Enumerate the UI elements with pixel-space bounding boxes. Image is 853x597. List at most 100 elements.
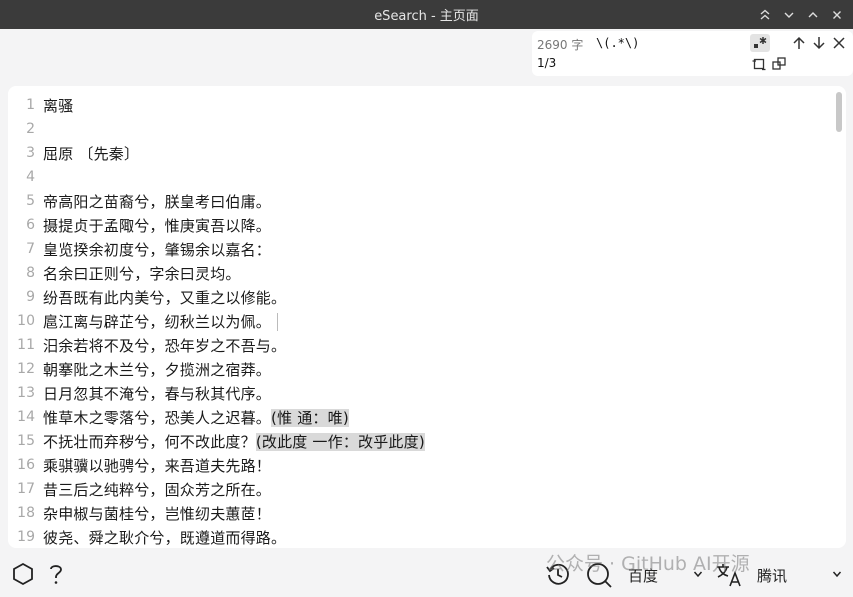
line-number: 15 (17, 433, 35, 449)
line-content: 摄提贞于孟陬兮，惟庚寅吾以降。 (43, 216, 272, 235)
line-text: 不抚壮而弃秽兮，何不改此度？(改此度 一作：改乎此度) (43, 431, 425, 452)
line-text: 乘骐骥以驰骋兮，来吾道夫先路！ (43, 455, 271, 476)
line-number: 7 (26, 241, 35, 257)
find-input[interactable]: \(.*\) (596, 36, 639, 50)
line-number: 8 (26, 265, 35, 281)
editor-line: 14 惟草木之零落兮，恐美人之迟暮。(惟 通：唯) (8, 405, 828, 429)
editor-line: 11 汨余若将不及兮，恐年岁之不吾与。 (8, 333, 828, 357)
editor-line: 10 扈江离与辟芷兮，纫秋兰以为佩。 (8, 309, 828, 333)
line-number: 14 (17, 409, 35, 425)
chevron-down-icon[interactable] (829, 566, 845, 582)
watermark-text: 公众号 · GitHub AI开源 (546, 553, 750, 575)
line-number: 3 (26, 145, 35, 161)
editor-line: 18 杂申椒与菌桂兮，岂惟纫夫蕙茝！ (8, 501, 828, 525)
char-count: 2690 字 (537, 38, 584, 52)
line-number: 5 (26, 193, 35, 209)
editor-line: 16 乘骐骥以驰骋兮，来吾道夫先路！ (8, 453, 828, 477)
editor-line: 9 纷吾既有此内美兮，又重之以修能。 (8, 285, 828, 309)
arrow-down-icon[interactable] (810, 34, 828, 52)
line-content: 不抚壮而弃秽兮，何不改此度？ (43, 432, 256, 451)
line-number: 16 (17, 457, 35, 473)
text-cursor (277, 313, 279, 331)
editor-line: 4 (8, 165, 828, 189)
line-number: 17 (17, 481, 35, 497)
line-content: 离骚 (43, 96, 74, 115)
editor-line: 2 (8, 117, 828, 141)
line-content: 名余曰正则兮，字余曰灵均。 (43, 264, 241, 283)
replace-all-icon[interactable] (770, 55, 788, 73)
match-index: 1/3 (537, 56, 557, 70)
editor-line: 6 摄提贞于孟陬兮，惟庚寅吾以降。 (8, 213, 828, 237)
editor-line: 7 皇览揆余初度兮，肇锡余以嘉名： (8, 237, 828, 261)
line-text: 汨余若将不及兮，恐年岁之不吾与。 (43, 335, 286, 356)
editor-line: 12 朝搴阰之木兰兮，夕揽洲之宿莽。 (8, 357, 828, 381)
replace-icon[interactable] (750, 55, 768, 73)
collapse-up-icon[interactable] (753, 0, 777, 29)
line-content: 惟草木之零落兮，恐美人之迟暮。 (43, 408, 272, 427)
line-number: 4 (26, 169, 35, 185)
hexagon-icon[interactable] (10, 561, 36, 587)
line-text: 摄提贞于孟陬兮，惟庚寅吾以降。 (43, 215, 271, 236)
editor-scrollbar[interactable] (836, 92, 842, 132)
line-number: 2 (26, 121, 35, 137)
line-content: 帝高阳之苗裔兮，朕皇考曰伯庸。 (43, 192, 272, 211)
find-panel: 2690 字 \(.*\) 1/3 (532, 31, 853, 76)
line-text: 扈江离与辟芷兮，纫秋兰以为佩。 (43, 311, 279, 332)
line-text: 纷吾既有此内美兮，又重之以修能。 (43, 287, 286, 308)
help-icon[interactable] (44, 561, 68, 587)
line-number: 11 (17, 337, 35, 353)
line-text: 离骚 (43, 95, 73, 116)
arrow-up-icon[interactable] (790, 34, 808, 52)
line-number: 18 (17, 505, 35, 521)
line-number: 19 (17, 529, 35, 545)
maximize-button[interactable] (801, 0, 825, 29)
editor-line: 15 不抚壮而弃秽兮，何不改此度？(改此度 一作：改乎此度) (8, 429, 828, 453)
line-content: 纷吾既有此内美兮，又重之以修能。 (43, 288, 287, 307)
watermark: 公众号 · GitHub AI开源 (546, 549, 750, 576)
line-content: 昔三后之纯粹兮，固众芳之所在。 (43, 480, 272, 499)
line-text: 屈原 〔先秦〕 (43, 143, 139, 164)
line-number: 9 (26, 289, 35, 305)
line-text: 皇览揆余初度兮，肇锡余以嘉名： (43, 239, 271, 260)
line-text: 日月忽其不淹兮，春与秋其代序。 (43, 383, 271, 404)
line-content: 杂申椒与菌桂兮，岂惟纫夫蕙茝！ (43, 504, 272, 523)
line-content: 朝搴阰之木兰兮，夕揽洲之宿莽。 (43, 360, 272, 379)
regex-toggle-icon[interactable] (750, 34, 770, 52)
line-text: 杂申椒与菌桂兮，岂惟纫夫蕙茝！ (43, 503, 271, 524)
search-match-highlight: (改此度 一作：改乎此度) (255, 432, 425, 451)
text-editor[interactable]: 1 离骚 2 3 屈原 〔先秦〕 4 5 帝高阳之苗裔兮，朕皇考曰伯庸。 6 摄提贞于孟陬兮，惟庚… (8, 86, 846, 548)
line-content: 乘骐骥以驰骋兮，来吾道夫先路！ (43, 456, 272, 475)
line-number: 12 (17, 361, 35, 377)
translate-engine-select[interactable]: 腾讯 (757, 565, 787, 586)
search-match-highlight: (惟 通：唯) (271, 408, 349, 427)
line-number: 13 (17, 385, 35, 401)
line-text: 名余曰正则兮，字余曰灵均。 (43, 263, 241, 284)
minimize-button[interactable] (777, 0, 801, 29)
close-find-icon[interactable] (830, 34, 848, 52)
line-content: 扈江离与辟芷兮，纫秋兰以为佩。 (43, 312, 272, 331)
editor-line: 5 帝高阳之苗裔兮，朕皇考曰伯庸。 (8, 189, 828, 213)
editor-line: 3 屈原 〔先秦〕 (8, 141, 828, 165)
editor-line: 1 离骚 (8, 93, 828, 117)
editor-line: 17 昔三后之纯粹兮，固众芳之所在。 (8, 477, 828, 501)
line-text: 朝搴阰之木兰兮，夕揽洲之宿莽。 (43, 359, 271, 380)
line-number: 1 (26, 97, 35, 113)
window-title: eSearch - 主页面 (374, 9, 479, 24)
line-number: 10 (17, 313, 35, 329)
line-content: 皇览揆余初度兮，肇锡余以嘉名： (43, 240, 272, 259)
line-content: 日月忽其不淹兮，春与秋其代序。 (43, 384, 272, 403)
window-controls (753, 0, 849, 29)
editor-line: 8 名余曰正则兮，字余曰灵均。 (8, 261, 828, 285)
line-text: 昔三后之纯粹兮，固众芳之所在。 (43, 479, 271, 500)
line-text: 帝高阳之苗裔兮，朕皇考曰伯庸。 (43, 191, 271, 212)
title-bar: eSearch - 主页面 (0, 0, 853, 29)
line-text: 惟草木之零落兮，恐美人之迟暮。(惟 通：唯) (43, 407, 349, 428)
line-content: 彼尧、舜之耿介兮，既遵道而得路。 (43, 528, 287, 547)
line-content: 屈原 〔先秦〕 (43, 144, 140, 163)
editor-line: 13 日月忽其不淹兮，春与秋其代序。 (8, 381, 828, 405)
line-number: 6 (26, 217, 35, 233)
line-text: 彼尧、舜之耿介兮，既遵道而得路。 (43, 527, 286, 548)
line-content: 汨余若将不及兮，恐年岁之不吾与。 (43, 336, 287, 355)
editor-line: 19 彼尧、舜之耿介兮，既遵道而得路。 (8, 525, 828, 548)
close-button[interactable] (825, 0, 849, 29)
